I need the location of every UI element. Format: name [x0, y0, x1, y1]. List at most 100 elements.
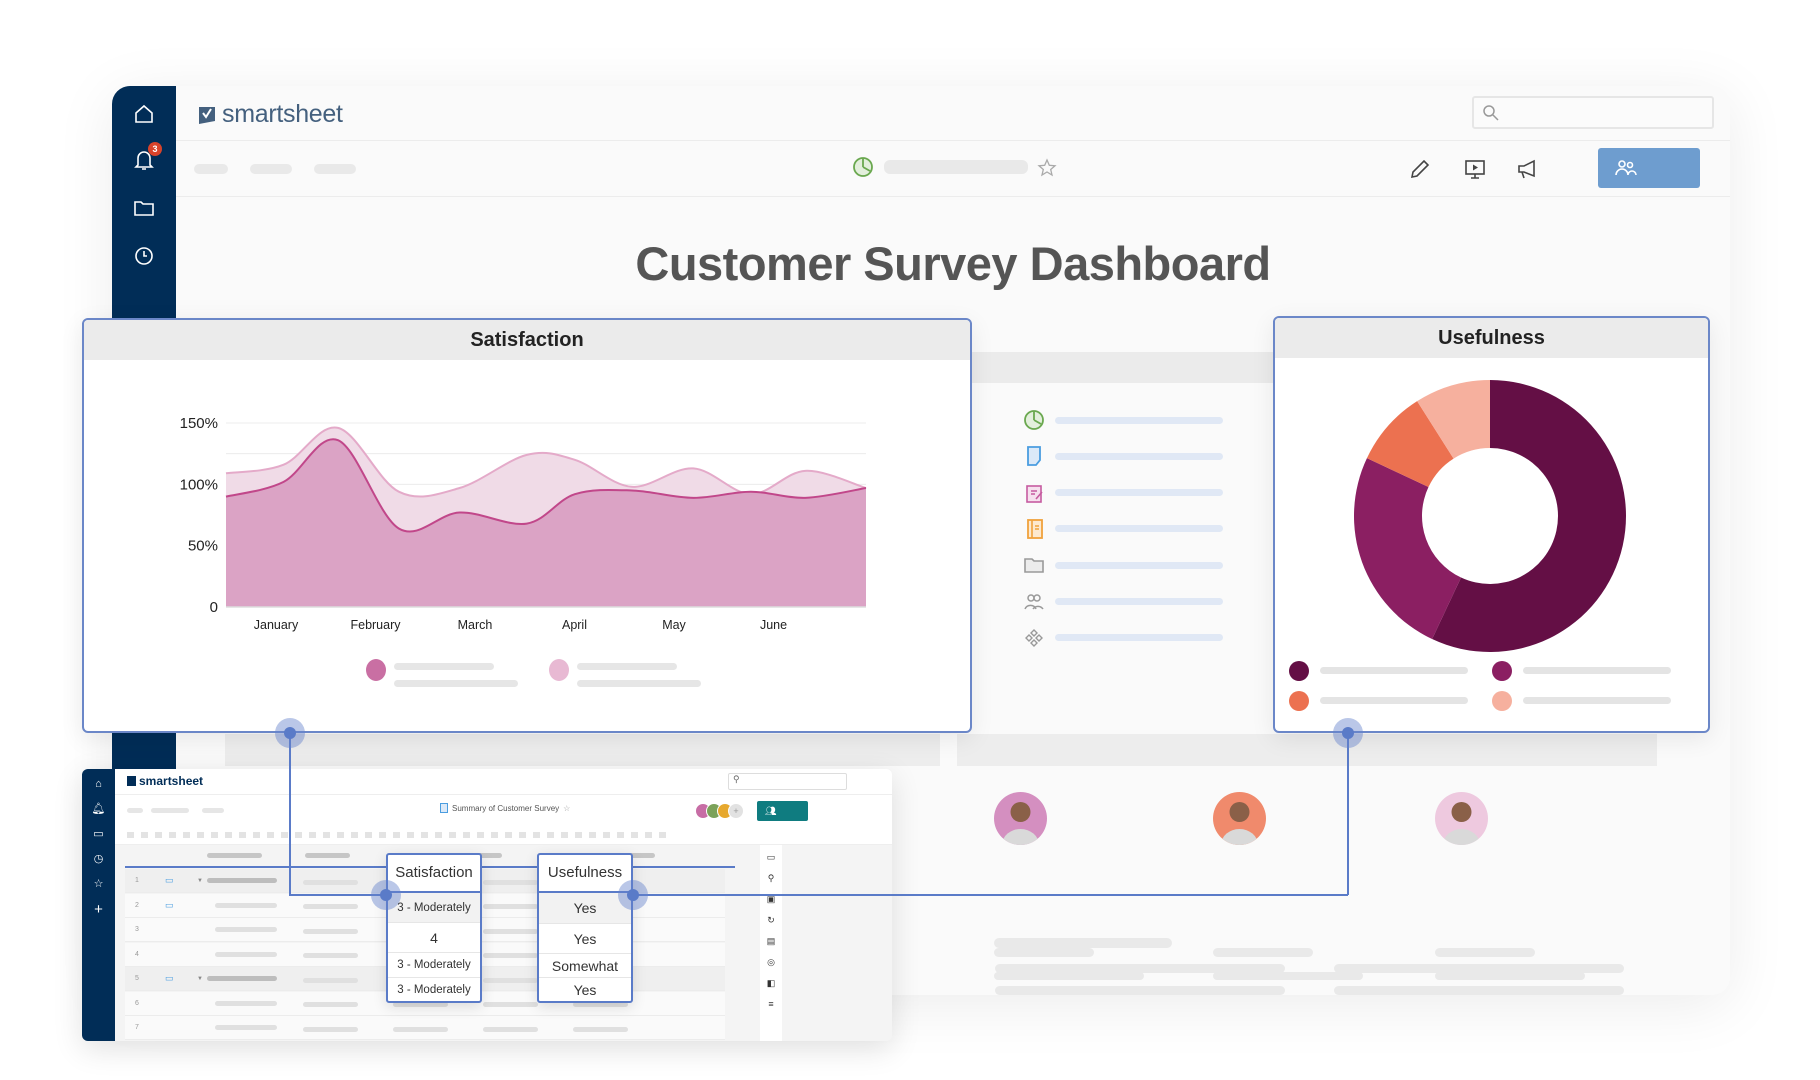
sheet-grid: 1▭▼2▭345▭▼678 ▭⚲▣↻▤◎◧≡: [115, 845, 892, 1041]
satisfaction-widget[interactable]: Satisfaction 0 50% 100% 150% January February…: [82, 318, 972, 733]
logo-icon: [199, 106, 215, 124]
folder-icon[interactable]: ▭: [91, 827, 106, 842]
contact-text-placeholder: [994, 948, 1094, 957]
collaborators[interactable]: +: [695, 803, 744, 819]
contact-avatar[interactable]: [994, 792, 1047, 845]
cell[interactable]: [285, 945, 375, 963]
widget-list-item[interactable]: [1023, 518, 1223, 540]
workspace-icon: [1025, 628, 1043, 647]
cell[interactable]: [285, 921, 375, 939]
cell[interactable]: [285, 896, 375, 914]
sheet-row[interactable]: 7: [125, 1016, 725, 1040]
cell[interactable]: [375, 1019, 465, 1037]
bell-icon[interactable]: 🔔︎: [91, 802, 106, 817]
primary-cell[interactable]: [195, 1000, 285, 1006]
primary-cell[interactable]: [195, 902, 285, 908]
connector-handle[interactable]: [275, 718, 305, 748]
collapse-icon[interactable]: ▼: [197, 976, 203, 982]
legend-swatch: [1289, 661, 1309, 681]
legend-label-placeholder: [1523, 697, 1671, 704]
column-header[interactable]: [305, 853, 350, 858]
widget-list-item[interactable]: [1023, 591, 1223, 613]
cell[interactable]: Somewhat: [539, 954, 631, 978]
widget-list-item[interactable]: [1023, 482, 1223, 504]
megaphone-icon: [1518, 159, 1535, 179]
primary-cell[interactable]: ▼: [195, 878, 285, 884]
cell[interactable]: [465, 1019, 555, 1037]
cell[interactable]: [555, 1019, 645, 1037]
connector-line: [632, 894, 1348, 896]
smartsheet-logo[interactable]: smartsheet: [198, 100, 343, 129]
text-placeholder: [995, 986, 1285, 995]
cell[interactable]: 3 - Moderately: [388, 893, 480, 923]
clock-icon[interactable]: ◷: [91, 852, 106, 867]
favorite-star-icon[interactable]: [1037, 158, 1057, 178]
home-icon[interactable]: [130, 100, 158, 128]
sheet-row[interactable]: 8: [125, 1040, 725, 1041]
comment-icon[interactable]: ▭: [165, 875, 195, 886]
sheet-header: smartsheet ⚲: [115, 769, 892, 795]
widget-list-item[interactable]: [1023, 445, 1223, 467]
cell[interactable]: Yes: [539, 978, 631, 1003]
connector-handle[interactable]: [1333, 718, 1363, 748]
rail-icons[interactable]: ▭ ⚲ ▣ ↻ ▤ ◎ ◧ ≡: [760, 845, 782, 1015]
breadcrumb-placeholder[interactable]: [151, 808, 189, 813]
item-label-placeholder: [1055, 525, 1223, 533]
favorite-star-icon[interactable]: ☆: [563, 804, 570, 813]
cell[interactable]: 3 - Moderately: [388, 978, 480, 1003]
star-icon[interactable]: ☆: [91, 877, 106, 892]
satisfaction-column-callout: Satisfaction 3 - Moderately 4 3 - Modera…: [386, 853, 482, 1003]
comment-icon[interactable]: ▭: [165, 973, 195, 984]
breadcrumb-placeholder[interactable]: [250, 164, 292, 174]
search-input[interactable]: [1472, 96, 1714, 129]
item-label-placeholder: [1055, 561, 1223, 569]
cell[interactable]: [285, 1019, 375, 1037]
announce-button[interactable]: [1514, 155, 1542, 183]
sheet-logo[interactable]: smartsheet: [127, 774, 203, 788]
connector-handle[interactable]: [371, 880, 401, 910]
comment-icon[interactable]: ▭: [165, 900, 195, 911]
dashboard-name-placeholder: [884, 160, 1028, 174]
column-header[interactable]: [207, 853, 262, 858]
primary-cell[interactable]: [195, 951, 285, 957]
y-tick-label: 100%: [180, 476, 218, 493]
connector-handle[interactable]: [618, 880, 648, 910]
widget-list-item[interactable]: [1023, 554, 1223, 576]
breadcrumb-placeholder[interactable]: [127, 808, 143, 813]
plus-icon[interactable]: +: [91, 902, 106, 917]
format-buttons[interactable]: [127, 832, 667, 838]
collapse-icon[interactable]: ▼: [197, 878, 203, 884]
breadcrumb-placeholder[interactable]: [314, 164, 356, 174]
clock-icon[interactable]: [130, 242, 158, 270]
cell[interactable]: 4: [388, 923, 480, 953]
contact-avatar[interactable]: [1435, 792, 1488, 845]
cell[interactable]: [285, 994, 375, 1012]
cell[interactable]: 3 - Moderately: [388, 953, 480, 978]
cell[interactable]: [285, 970, 375, 988]
share-button[interactable]: [1598, 148, 1700, 188]
breadcrumb-placeholder[interactable]: [202, 808, 224, 813]
primary-cell[interactable]: [195, 1025, 285, 1030]
sheet-search-input[interactable]: ⚲: [728, 773, 847, 790]
folder-icon[interactable]: [130, 194, 158, 222]
cell[interactable]: Yes: [539, 924, 631, 954]
edit-button[interactable]: [1406, 155, 1434, 183]
present-button[interactable]: [1461, 155, 1489, 183]
contact-avatar[interactable]: [1213, 792, 1266, 845]
panel-footer: [957, 734, 1657, 766]
usefulness-widget[interactable]: Usefulness: [1273, 316, 1710, 733]
cell[interactable]: [285, 872, 375, 890]
breadcrumb-placeholder[interactable]: [194, 164, 228, 174]
home-icon[interactable]: ⌂: [91, 777, 106, 792]
x-tick-label: April: [562, 618, 587, 632]
sheet-share-button[interactable]: 👥︎: [757, 801, 808, 821]
bell-icon[interactable]: 3: [130, 142, 162, 174]
widget-list-item[interactable]: [1023, 409, 1223, 431]
widget-list-item[interactable]: [1023, 627, 1223, 649]
cell[interactable]: Yes: [539, 893, 631, 924]
primary-cell[interactable]: [195, 927, 285, 932]
y-tick-label: 150%: [180, 415, 218, 432]
report-icon: [1027, 518, 1043, 539]
primary-cell[interactable]: ▼: [195, 976, 285, 982]
sheet-title: Summary of Customer Survey ☆: [440, 803, 570, 813]
